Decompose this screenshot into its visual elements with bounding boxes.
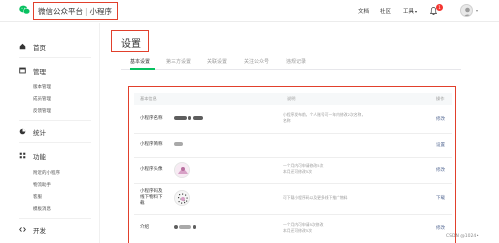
stats-icon (19, 128, 26, 135)
tab-association[interactable]: 关联设置 (207, 58, 227, 65)
sidebar-stats-label: 统计 (33, 129, 46, 137)
column-description: 说明 (287, 96, 296, 101)
row-action-qrcode[interactable]: 下载 (436, 195, 445, 201)
chevron-down-icon[interactable]: ▾ (476, 8, 478, 13)
sidebar-home-label: 首页 (33, 44, 46, 52)
row-desc-intro-line2: 本月还可修改5次 (283, 228, 312, 233)
tab-basic-settings[interactable]: 基本设置 (130, 58, 150, 65)
row-desc-avatar-line1: 一个月内可申请修改5次 (283, 163, 324, 168)
row-label-name: 小程序名称 (140, 116, 163, 121)
row-desc-avatar-line2: 本月还可修改5次 (283, 169, 312, 174)
sidebar-divider (19, 120, 91, 121)
row-label-intro: 介绍 (140, 225, 149, 230)
sidebar-divider (19, 142, 91, 143)
sidebar-item-template[interactable]: 模板消息 (33, 206, 51, 212)
row-label-qrcode-line3: 载 (140, 201, 145, 206)
sidebar-divider (19, 57, 91, 58)
row-value-name (174, 116, 203, 122)
wechat-logo-icon[interactable] (19, 5, 30, 15)
sidebar-features-label: 功能 (33, 153, 46, 161)
row-action-intro[interactable]: 修改 (436, 225, 445, 231)
product-name: 小程序 (89, 7, 113, 16)
nav-community-link[interactable]: 社区 (380, 7, 391, 15)
sidebar-item-logistics[interactable]: 物流助手 (33, 182, 51, 188)
row-desc-name-line1: 小程序发布前，个人账号可一年内修改2次名称， (283, 112, 366, 117)
tab-follow-account[interactable]: 关注公众号 (244, 58, 269, 65)
mini-program-qrcode (174, 190, 190, 206)
nav-tools-label: 工具 (403, 9, 415, 15)
avatar-icon[interactable] (460, 4, 473, 17)
sidebar-item-members[interactable]: 成员管理 (33, 96, 51, 102)
nav-tools-menu[interactable]: 工具▾ (403, 7, 417, 15)
sidebar-item-version[interactable]: 版本管理 (33, 84, 51, 90)
brand-separator: | (85, 7, 88, 16)
tab-third-party[interactable]: 第三方设置 (166, 58, 191, 65)
row-divider (134, 133, 452, 134)
sidebar-item-feedback[interactable]: 反馈管理 (33, 108, 51, 114)
row-action-avatar[interactable]: 修改 (436, 167, 445, 173)
row-desc-name-line2: 名称 (283, 118, 291, 123)
row-desc-intro-line1: 一个月内可申请5次修改 (283, 222, 324, 227)
chevron-down-icon: ▾ (415, 9, 418, 14)
column-basic-info: 基本信息 (140, 96, 157, 101)
row-label-avatar: 小程序头像 (140, 167, 163, 172)
column-actions: 操作 (436, 96, 445, 101)
row-action-short-name[interactable]: 设置 (436, 142, 445, 148)
row-action-name[interactable]: 修改 (436, 116, 445, 122)
sidebar-item-nearby[interactable]: 附近的小程序 (33, 170, 60, 176)
notification-badge: 1 (436, 4, 443, 11)
row-value-intro (174, 225, 196, 231)
row-divider (134, 157, 452, 158)
manage-icon (19, 67, 26, 74)
tab-violations[interactable]: 违规记录 (286, 58, 306, 65)
row-divider (134, 214, 452, 215)
row-desc-qrcode: 可下载小程序码以及更多线下推广物料 (283, 195, 348, 200)
active-tab-indicator (130, 68, 155, 70)
sidebar-divider (19, 218, 91, 219)
home-icon (19, 43, 26, 50)
features-icon (19, 152, 26, 159)
sidebar-manage-label: 管理 (33, 68, 46, 76)
row-divider (134, 183, 452, 184)
sidebar-dev-label: 开发 (33, 227, 46, 235)
top-bar: 微信公众平台 | 小程序 文档 社区 工具▾ 1 ▾ (0, 0, 499, 22)
nav-docs-link[interactable]: 文档 (358, 7, 369, 15)
row-value-short-name (174, 142, 183, 148)
brand-name: 微信公众平台 (38, 7, 83, 16)
brand-title[interactable]: 微信公众平台 | 小程序 (38, 6, 112, 17)
sidebar-item-service[interactable]: 客服 (33, 194, 42, 200)
csdn-watermark: CSDN @1024• (446, 234, 479, 239)
code-icon (19, 227, 26, 232)
page-title: 设置 (121, 39, 141, 50)
mini-program-avatar (174, 162, 190, 178)
row-label-short-name: 小程序简称 (140, 142, 163, 147)
